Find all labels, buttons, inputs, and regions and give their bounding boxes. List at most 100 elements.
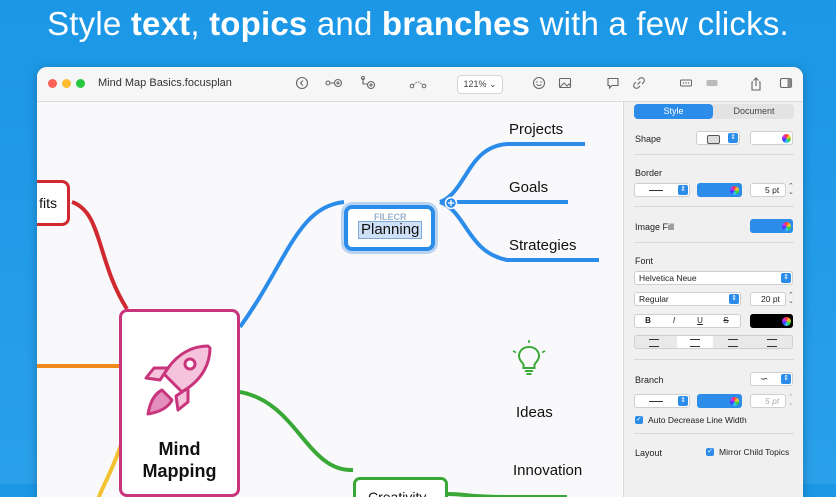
image-icon[interactable] xyxy=(556,76,574,92)
branch-width-field[interactable]: 5 pt xyxy=(750,394,786,408)
topic-creativity-label: Creativity xyxy=(368,489,427,497)
branch-label: Branch xyxy=(635,375,664,385)
color-wheel-icon[interactable] xyxy=(782,133,791,143)
headline: Style text, topics and branches with a f… xyxy=(0,4,836,44)
central-topic-label: Mind Mapping xyxy=(122,438,237,482)
back-icon[interactable] xyxy=(293,76,311,92)
color-wheel-icon[interactable] xyxy=(782,316,791,326)
line-style-icon xyxy=(649,401,663,402)
chevron-updown-icon: ⇕ xyxy=(678,185,688,195)
mirror-child-checkbox[interactable]: ✓ xyxy=(706,448,714,456)
divider xyxy=(634,359,794,360)
share-icon[interactable] xyxy=(747,76,765,92)
branch-curve-select[interactable]: ∽ ⇕ xyxy=(750,372,793,386)
mind-map-canvas[interactable]: fits Mind Mapping Planning FILECR Projec… xyxy=(37,102,622,497)
headline-text: with a few clicks. xyxy=(530,5,789,42)
font-style-select[interactable]: Regular ⇕ xyxy=(634,292,741,306)
more-icon[interactable] xyxy=(677,76,695,92)
headline-text: Style xyxy=(47,5,131,42)
headline-bold-topics: topics xyxy=(209,5,308,42)
branch-creativity xyxy=(239,390,354,473)
sidebar-toggle-icon[interactable] xyxy=(777,76,795,92)
title-bar: Mind Map Basics.focusplan 121% ⌄ xyxy=(37,67,803,102)
tab-style[interactable]: Style xyxy=(634,104,713,119)
zoom-select[interactable]: 121% ⌄ xyxy=(457,75,503,94)
comment-icon[interactable] xyxy=(604,76,622,92)
alignment-group xyxy=(634,335,793,349)
close-window-button[interactable] xyxy=(48,79,57,88)
font-size-stepper[interactable]: ⌃ ⌄ xyxy=(788,292,794,305)
inspector-tabs: Style Document xyxy=(634,104,794,119)
strikethrough-button[interactable]: S xyxy=(713,315,739,327)
color-wheel-icon[interactable] xyxy=(782,221,791,231)
rocket-icon xyxy=(144,344,212,416)
auto-decrease-checkbox[interactable]: ✓ xyxy=(635,416,643,424)
topic-planning-label[interactable]: Planning xyxy=(358,221,423,239)
shape-select[interactable]: ⇕ xyxy=(696,131,740,145)
border-width-value: 5 pt xyxy=(765,185,780,195)
chevron-updown-icon: ⇕ xyxy=(678,396,688,406)
zoom-value: 121% xyxy=(463,79,487,89)
font-size-field[interactable]: 20 pt xyxy=(750,292,786,306)
topic-goals[interactable]: Goals xyxy=(509,179,548,196)
emoji-icon[interactable] xyxy=(530,76,548,92)
border-width-stepper[interactable]: ⌃ ⌄ xyxy=(788,183,794,196)
mirror-child-label: Mirror Child Topics xyxy=(719,447,790,457)
topic-projects[interactable]: Projects xyxy=(509,121,563,138)
bold-button[interactable]: B xyxy=(635,315,661,327)
topic-benefits-label: fits xyxy=(39,195,57,211)
topic-benefits[interactable]: fits xyxy=(37,180,70,226)
add-sibling-icon[interactable] xyxy=(325,76,343,92)
align-justify-icon[interactable] xyxy=(767,339,777,347)
branch-width-value: 5 pt xyxy=(765,396,780,406)
branch-style-select[interactable]: ⇕ xyxy=(634,394,690,408)
align-right-icon[interactable] xyxy=(728,339,738,347)
relationship-icon[interactable] xyxy=(409,76,427,92)
font-style-value: Regular xyxy=(639,294,669,304)
font-family-select[interactable]: Helvetica Neue ⇕ xyxy=(634,271,793,285)
border-style-select[interactable]: ⇕ xyxy=(634,183,690,197)
central-topic-line2: Mapping xyxy=(142,461,217,481)
shape-label: Shape xyxy=(635,134,662,144)
line-style-icon xyxy=(649,190,663,191)
topic-strategies[interactable]: Strategies xyxy=(509,237,577,254)
underline-button[interactable]: U xyxy=(687,315,713,327)
divider xyxy=(634,433,794,434)
color-wheel-icon[interactable] xyxy=(730,396,739,406)
layout-label: Layout xyxy=(635,448,663,458)
presentation-icon[interactable] xyxy=(703,76,721,92)
chevron-updown-icon: ⇕ xyxy=(781,374,791,384)
chevron-down-icon: ⌄ xyxy=(489,79,497,89)
central-topic[interactable]: Mind Mapping xyxy=(119,309,240,497)
topic-creativity[interactable]: Creativity xyxy=(353,477,448,497)
border-width-field[interactable]: 5 pt xyxy=(750,183,786,197)
font-label: Font xyxy=(635,256,654,266)
auto-decrease-label: Auto Decrease Line Width xyxy=(648,415,747,425)
headline-bold-branches: branches xyxy=(381,5,531,42)
text-format-group: B I U S xyxy=(634,314,741,328)
link-icon[interactable] xyxy=(630,76,648,92)
chevron-updown-icon: ⇕ xyxy=(728,133,738,143)
branch-benefits xyxy=(71,200,129,311)
headline-bold-text: text xyxy=(130,5,191,42)
tab-document[interactable]: Document xyxy=(714,104,794,119)
headline-text: , xyxy=(190,5,210,42)
inspector-panel: Style Document Shape ⇕ Border ⇕ 5 pt ⌃ ⌄ … xyxy=(623,102,803,497)
branch-width-stepper[interactable]: ⌃ ⌄ xyxy=(788,394,794,407)
divider xyxy=(634,242,794,243)
add-child-icon[interactable] xyxy=(359,76,377,92)
image-fill-label: Image Fill xyxy=(635,222,675,232)
chevron-updown-icon: ⇕ xyxy=(781,273,791,283)
minimize-window-button[interactable] xyxy=(62,79,71,88)
divider xyxy=(634,206,794,207)
divider xyxy=(634,154,794,155)
branch-planning xyxy=(238,200,345,329)
color-wheel-icon[interactable] xyxy=(730,185,739,195)
align-center-icon xyxy=(690,339,700,347)
topic-innovation[interactable]: Innovation xyxy=(513,462,582,479)
italic-button[interactable]: I xyxy=(661,315,687,327)
topic-ideas[interactable]: Ideas xyxy=(516,404,553,421)
align-left-icon[interactable] xyxy=(649,339,659,347)
zoom-window-button[interactable] xyxy=(76,79,85,88)
lightbulb-icon xyxy=(512,340,546,375)
